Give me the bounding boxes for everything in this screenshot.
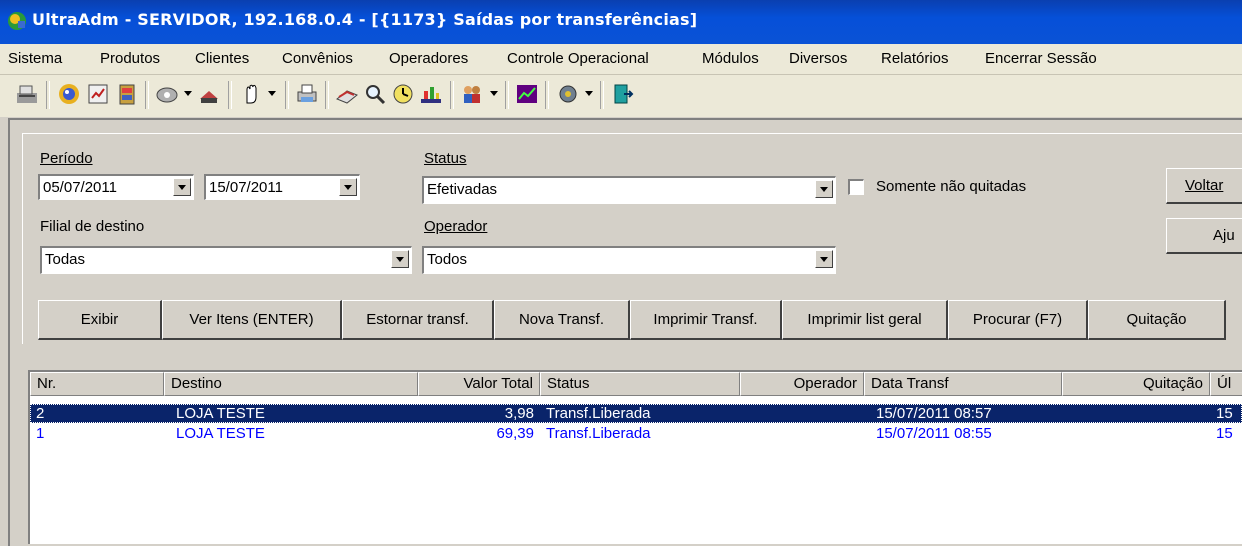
dropdown-icon[interactable] — [585, 91, 593, 96]
filial-value: Todas — [45, 251, 86, 268]
ajuda-button[interactable]: Aju — [1166, 218, 1242, 254]
voltar-button[interactable]: Voltar — [1166, 168, 1242, 204]
imprimir-list-geral-button[interactable]: Imprimir list geral — [782, 300, 948, 340]
search-icon[interactable] — [362, 81, 388, 107]
books-icon[interactable] — [334, 81, 360, 107]
column-header-operador[interactable]: Operador — [740, 372, 864, 396]
menu-convenios[interactable]: Convênios — [282, 50, 353, 67]
toolbar-separator — [228, 81, 232, 109]
menu-produtos[interactable]: Produtos — [100, 50, 160, 67]
cell-status: Transf.Liberada — [546, 405, 651, 422]
cabinet-icon[interactable] — [114, 81, 140, 107]
filial-label: Filial de destino — [40, 218, 145, 235]
hand-icon[interactable] — [238, 81, 264, 107]
nova-transf-button[interactable]: Nova Transf. — [494, 300, 630, 340]
chevron-down-icon[interactable] — [815, 180, 833, 198]
exit-icon[interactable] — [610, 81, 636, 107]
transfers-table[interactable]: Nr. Destino Valor Total Status Operador … — [28, 370, 1242, 544]
window-title: UltraAdm - SERVIDOR, 192.168.0.4 - [{117… — [32, 10, 698, 29]
exibir-button[interactable]: Exibir — [38, 300, 162, 340]
toolbar-separator — [46, 81, 50, 109]
column-header-ultimo[interactable]: Úl — [1210, 372, 1242, 396]
ver-itens-button[interactable]: Ver Itens (ENTER) — [162, 300, 342, 340]
cell-destino: LOJA TESTE — [176, 405, 265, 422]
menu-clientes[interactable]: Clientes — [195, 50, 249, 67]
estornar-transf-button[interactable]: Estornar transf. — [342, 300, 494, 340]
toolbar-separator — [545, 81, 549, 109]
toolbar — [0, 75, 1242, 117]
date-to-picker[interactable]: 15/07/2011 — [204, 174, 360, 200]
cell-status: Transf.Liberada — [546, 425, 651, 442]
operador-value: Todos — [427, 251, 468, 268]
dropdown-icon[interactable] — [268, 91, 276, 96]
chevron-down-icon[interactable] — [339, 178, 357, 196]
cell-nr: 2 — [36, 405, 45, 422]
table-row[interactable]: 2 LOJA TESTE 3,98 Transf.Liberada 15/07/… — [30, 404, 1242, 423]
dropdown-icon[interactable] — [184, 91, 192, 96]
cash-register-icon[interactable] — [14, 81, 40, 107]
operador-select[interactable]: Todos — [422, 246, 836, 274]
cell-ultimo: 15 — [1216, 405, 1233, 422]
periodo-label: Período — [40, 150, 93, 167]
chevron-down-icon[interactable] — [391, 250, 409, 268]
printer-icon[interactable] — [294, 81, 320, 107]
menu-bar: Sistema Produtos Clientes Convênios Oper… — [0, 44, 1242, 75]
menu-diversos[interactable]: Diversos — [789, 50, 847, 67]
quitacao-button[interactable]: Quitação — [1088, 300, 1226, 340]
menu-controle-operacional[interactable]: Controle Operacional — [507, 50, 649, 67]
chevron-down-icon[interactable] — [815, 250, 833, 268]
column-header-valor-total[interactable]: Valor Total — [418, 372, 540, 396]
menu-modulos[interactable]: Módulos — [702, 50, 759, 67]
column-header-nr[interactable]: Nr. — [30, 372, 164, 396]
column-header-quitacao[interactable]: Quitação — [1062, 372, 1210, 396]
menu-relatorios[interactable]: Relatórios — [881, 50, 949, 67]
cell-destino: LOJA TESTE — [176, 425, 265, 442]
column-header-status[interactable]: Status — [540, 372, 740, 396]
somente-nao-quitadas-checkbox[interactable] — [848, 179, 864, 195]
status-label: Status — [424, 150, 467, 167]
column-header-destino[interactable]: Destino — [164, 372, 418, 396]
chevron-down-icon[interactable] — [173, 178, 191, 196]
status-value: Efetivadas — [427, 181, 498, 198]
operador-label: Operador — [424, 218, 488, 235]
menu-operadores[interactable]: Operadores — [389, 50, 468, 67]
menu-sistema[interactable]: Sistema — [8, 50, 62, 67]
date-to-value: 15/07/2011 — [209, 179, 283, 196]
toolbar-separator — [145, 81, 149, 109]
cell-nr: 1 — [36, 425, 45, 442]
title-bar: UltraAdm - SERVIDOR, 192.168.0.4 - [{117… — [0, 0, 1242, 44]
app-icon — [8, 12, 26, 30]
report-icon[interactable] — [85, 81, 111, 107]
procurar-button[interactable]: Procurar (F7) — [948, 300, 1088, 340]
column-header-data-transf[interactable]: Data Transf — [864, 372, 1062, 396]
box-icon[interactable] — [196, 81, 222, 107]
cell-data: 15/07/2011 08:57 — [876, 405, 992, 422]
status-select[interactable]: Efetivadas — [422, 176, 836, 204]
cell-data: 15/07/2011 08:55 — [876, 425, 992, 442]
filial-select[interactable]: Todas — [40, 246, 412, 274]
cell-ultimo: 15 — [1216, 425, 1233, 442]
gear-icon[interactable] — [555, 81, 581, 107]
imprimir-transf-button[interactable]: Imprimir Transf. — [630, 300, 782, 340]
cell-valor: 69,39 — [496, 425, 534, 442]
table-row[interactable]: 1 LOJA TESTE 69,39 Transf.Liberada 15/07… — [30, 424, 1242, 443]
toolbar-separator — [285, 81, 289, 109]
graph-icon[interactable] — [514, 81, 540, 107]
tape-icon[interactable] — [154, 81, 180, 107]
clock-icon[interactable] — [390, 81, 416, 107]
chart-icon[interactable] — [418, 81, 444, 107]
people-icon[interactable] — [459, 81, 485, 107]
toolbar-separator — [325, 81, 329, 109]
toolbar-separator — [600, 81, 604, 109]
cell-valor: 3,98 — [504, 405, 534, 422]
toolbar-separator — [505, 81, 509, 109]
toolbar-separator — [450, 81, 454, 109]
dropdown-icon[interactable] — [490, 91, 498, 96]
menu-encerrar-sessao[interactable]: Encerrar Sessão — [985, 50, 1097, 67]
somente-nao-quitadas-label: Somente não quitadas — [876, 178, 1027, 195]
globe-icon[interactable] — [56, 81, 82, 107]
date-from-value: 05/07/2011 — [43, 179, 117, 196]
date-from-picker[interactable]: 05/07/2011 — [38, 174, 194, 200]
